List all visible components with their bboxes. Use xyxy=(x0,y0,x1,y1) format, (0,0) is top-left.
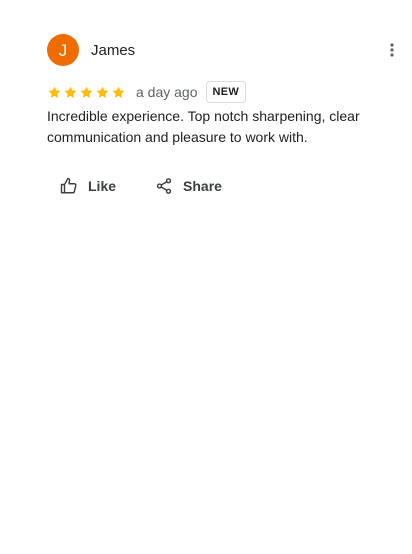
review-text: Incredible experience. Top notch sharpen… xyxy=(47,108,360,145)
review-header: J James xyxy=(47,34,135,66)
reviewer-name[interactable]: James xyxy=(91,42,135,59)
more-options-button[interactable] xyxy=(382,40,402,60)
review-card: J James a day ago NEW Incredible experie… xyxy=(0,0,412,554)
avatar[interactable]: J xyxy=(47,34,79,66)
review-time: a day ago xyxy=(136,84,198,100)
thumb-up-icon xyxy=(59,176,79,196)
new-badge: NEW xyxy=(205,81,247,103)
star-icon xyxy=(112,86,125,98)
star-icon xyxy=(80,86,93,98)
review-meta: a day ago NEW xyxy=(47,80,247,104)
star-icon xyxy=(64,86,77,98)
share-label: Share xyxy=(183,178,222,194)
avatar-letter: J xyxy=(58,40,68,60)
share-icon xyxy=(154,176,174,196)
star-rating xyxy=(47,85,126,100)
star-icon xyxy=(96,86,109,98)
like-button[interactable]: Like xyxy=(47,170,128,202)
star-icon xyxy=(48,86,61,98)
review-actions: Like Share xyxy=(47,170,234,202)
like-label: Like xyxy=(88,178,117,194)
share-button[interactable]: Share xyxy=(142,170,234,202)
more-vert-icon xyxy=(390,43,394,57)
